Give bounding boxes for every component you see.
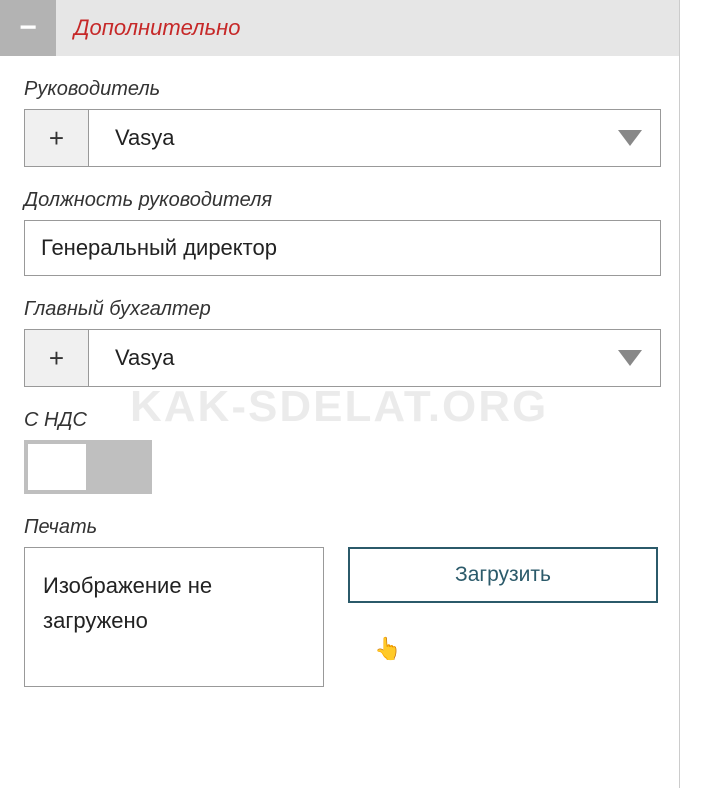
vat-field: С НДС bbox=[24, 409, 661, 494]
plus-icon: + bbox=[49, 123, 64, 153]
manager-position-input[interactable] bbox=[24, 220, 661, 276]
upload-button[interactable]: Загрузить bbox=[348, 547, 658, 603]
manager-field: Руководитель + Vasya bbox=[24, 78, 661, 167]
accountant-field: Главный бухгалтер + Vasya bbox=[24, 298, 661, 387]
chevron-down-icon bbox=[618, 130, 642, 146]
accountant-label: Главный бухгалтер bbox=[24, 298, 661, 321]
section-title: Дополнительно bbox=[74, 15, 240, 41]
accountant-add-button[interactable]: + bbox=[25, 330, 89, 386]
minus-icon: − bbox=[19, 11, 37, 45]
stamp-row: Изображение не загружено Загрузить bbox=[24, 547, 661, 687]
stamp-label: Печать bbox=[24, 516, 661, 539]
manager-position-field: Должность руководителя bbox=[24, 189, 661, 276]
vat-label: С НДС bbox=[24, 409, 661, 432]
accountant-value[interactable]: Vasya bbox=[89, 330, 600, 386]
stamp-preview: Изображение не загружено bbox=[24, 547, 324, 687]
additional-panel: − Дополнительно Руководитель + Vasya Дол… bbox=[0, 0, 680, 788]
vat-toggle-knob bbox=[28, 444, 86, 490]
manager-label: Руководитель bbox=[24, 78, 661, 101]
plus-icon: + bbox=[49, 343, 64, 373]
accountant-combo: + Vasya bbox=[24, 329, 661, 387]
stamp-field: Печать Изображение не загружено Загрузит… bbox=[24, 516, 661, 687]
manager-value[interactable]: Vasya bbox=[89, 110, 600, 166]
collapse-button[interactable]: − bbox=[0, 0, 56, 56]
manager-dropdown-button[interactable] bbox=[600, 110, 660, 166]
section-content: Руководитель + Vasya Должность руководит… bbox=[0, 56, 679, 727]
accountant-dropdown-button[interactable] bbox=[600, 330, 660, 386]
chevron-down-icon bbox=[618, 350, 642, 366]
vat-toggle[interactable] bbox=[24, 440, 152, 494]
manager-combo: + Vasya bbox=[24, 109, 661, 167]
manager-position-label: Должность руководителя bbox=[24, 189, 661, 212]
manager-add-button[interactable]: + bbox=[25, 110, 89, 166]
section-header: − Дополнительно bbox=[0, 0, 679, 56]
